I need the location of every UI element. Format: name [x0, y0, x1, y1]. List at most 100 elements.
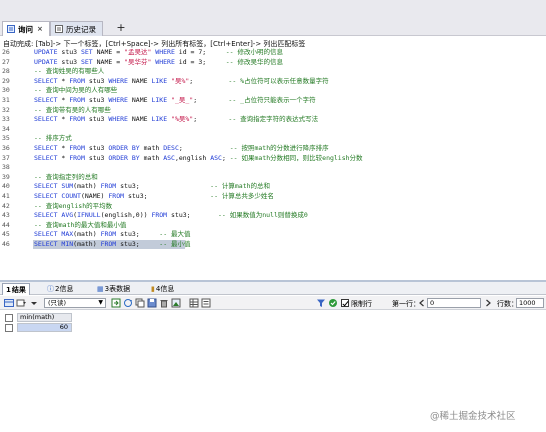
code-line[interactable]: 40 SELECT SUM(math) FROM stu3; -- 计算math的…: [0, 182, 546, 191]
tab-table-data-label: 表数据: [109, 285, 131, 293]
code-token: ;: [193, 96, 229, 104]
filter-icon[interactable]: [316, 298, 326, 308]
select-all-checkbox[interactable]: [5, 314, 13, 322]
code-token: -- 计算总共多少姓名: [210, 192, 274, 200]
code-line[interactable]: 45 SELECT MAX(math) FROM stu3; -- 最大值: [0, 230, 546, 239]
code-token: FROM: [69, 76, 89, 85]
chevron-left-icon[interactable]: [417, 298, 427, 308]
code-token: stu3;: [120, 230, 160, 239]
table-cell[interactable]: 60: [17, 323, 72, 332]
limit-rows-checkbox[interactable]: [341, 299, 349, 307]
code-token: LIKE: [151, 96, 172, 104]
first-row-input[interactable]: 0: [427, 298, 481, 308]
line-number: 37: [2, 153, 10, 162]
history-icon: [55, 25, 63, 33]
column-header[interactable]: min(math): [17, 313, 72, 322]
code-line[interactable]: 39 -- 查询指定列的总和: [0, 173, 546, 182]
image-icon[interactable]: [171, 298, 181, 308]
add-tab-button[interactable]: +: [115, 21, 127, 35]
code-line[interactable]: 29 SELECT * FROM stu3 WHERE NAME LIKE "吴%…: [0, 77, 546, 86]
code-line[interactable]: 28 -- 查询姓吴的有哪些人: [0, 67, 546, 76]
code-text: UPDATE stu3 SET NAME = "吴华芬" WHERE id = …: [34, 58, 283, 67]
tab-messages[interactable]: ⓘ 2 信息: [44, 283, 76, 295]
view-options-icon[interactable]: [16, 298, 26, 308]
code-line[interactable]: 30 -- 查询中间为吴的人有哪些: [0, 86, 546, 95]
chevron-down-icon[interactable]: [29, 298, 39, 308]
code-token: id = 7;: [178, 48, 226, 56]
code-line[interactable]: 38: [0, 163, 546, 172]
code-line[interactable]: 44 -- 查询math的最大值和最小值: [0, 221, 546, 230]
code-text: SELECT MIN(math) FROM stu3; -- 最小值: [34, 240, 191, 249]
code-line[interactable]: 34: [0, 125, 546, 134]
code-token: -- 查询english的平均数: [34, 201, 113, 210]
code-token: SELECT: [34, 115, 62, 124]
line-number: 45: [2, 230, 10, 239]
code-text: SELECT * FROM stu3 ORDER BY math DESC; -…: [34, 144, 329, 153]
export-icon[interactable]: [111, 298, 121, 308]
row-checkbox[interactable]: [5, 324, 13, 332]
code-text: SELECT * FROM stu3 WHERE NAME LIKE "_吴_"…: [34, 96, 316, 105]
save-icon[interactable]: [147, 298, 157, 308]
code-token: -- 计算math的总和: [210, 182, 271, 191]
code-line[interactable]: 27 UPDATE stu3 SET NAME = "吴华芬" WHERE id …: [0, 58, 546, 67]
code-line[interactable]: 42 -- 查询english的平均数: [0, 202, 546, 211]
rows-input[interactable]: 1000: [516, 298, 544, 308]
code-line[interactable]: 26 UPDATE stu3 SET NAME = "孟吴达" WHERE id …: [0, 48, 546, 57]
code-token: ASC: [163, 153, 175, 162]
apply-filter-icon[interactable]: [328, 298, 338, 308]
grid-icon[interactable]: [189, 298, 199, 308]
code-token: IFNULL: [77, 211, 101, 220]
code-token: SELECT: [34, 240, 62, 248]
code-text: SELECT COUNT(NAME) FROM stu3; -- 计算总共多少姓…: [34, 192, 274, 201]
code-text: SELECT MAX(math) FROM stu3; -- 最大值: [34, 230, 191, 239]
sql-editor[interactable]: 26 UPDATE stu3 SET NAME = "孟吴达" WHERE id …: [0, 48, 546, 278]
code-line[interactable]: 35 -- 排序方式: [0, 134, 546, 143]
readonly-select-value: (只读): [48, 299, 67, 307]
code-token: DESC: [163, 144, 179, 152]
code-line[interactable]: 43 SELECT AVG(IFNULL(english,0)) FROM stu…: [0, 211, 546, 220]
tab-table-data[interactable]: ▦ 3 表数据: [94, 283, 133, 295]
code-token: MAX: [61, 230, 74, 239]
code-token: id = 3;: [178, 57, 226, 66]
code-line[interactable]: 41 SELECT COUNT(NAME) FROM stu3; -- 计算总共多…: [0, 192, 546, 201]
grid-view-icon[interactable]: [4, 298, 14, 308]
code-token: stu3: [88, 144, 109, 152]
line-number: 40: [2, 182, 10, 191]
tab-query[interactable]: 询问 ×: [2, 21, 50, 36]
copy-icon[interactable]: [135, 298, 145, 308]
code-token: stu3: [88, 76, 109, 85]
code-token: -- 查询带有吴的人有哪些: [34, 105, 111, 114]
delete-icon[interactable]: [159, 298, 169, 308]
tab-history[interactable]: 历史记录: [50, 21, 103, 36]
form-view-icon[interactable]: [201, 298, 211, 308]
tab-result[interactable]: 1 结果: [2, 283, 30, 295]
code-token: ORDER BY: [108, 153, 144, 162]
line-number: 33: [2, 115, 10, 124]
code-token: stu3: [88, 115, 109, 124]
tab-info[interactable]: ▮ 4 信息: [148, 283, 177, 295]
close-icon[interactable]: ×: [37, 25, 43, 33]
code-text: -- 查询english的平均数: [34, 202, 112, 211]
result-toolbar: (只读) ▼ 限制行 第一行： 0 行数： 1000: [0, 296, 546, 310]
code-text: -- 查询指定列的总和: [34, 173, 98, 182]
limit-rows-label: 限制行: [351, 300, 372, 308]
chevron-right-icon[interactable]: [483, 298, 493, 308]
code-line[interactable]: 37 SELECT * FROM stu3 ORDER BY math ASC,e…: [0, 154, 546, 163]
code-line[interactable]: 33 SELECT * FROM stu3 WHERE NAME LIKE "%吴…: [0, 115, 546, 124]
line-number: 34: [2, 124, 10, 133]
code-line[interactable]: 46 SELECT MIN(math) FROM stu3; -- 最小值: [0, 240, 546, 249]
code-line[interactable]: 32 -- 查询带有吴的人有哪些: [0, 106, 546, 115]
code-text: -- 查询math的最大值和最小值: [34, 221, 126, 230]
code-token: stu3: [88, 96, 109, 104]
line-number: 41: [2, 192, 10, 200]
code-token: ;: [221, 153, 230, 162]
code-token: NAME: [131, 76, 152, 85]
readonly-select[interactable]: (只读) ▼: [44, 298, 106, 308]
code-token: -- %占位符可以表示任意数量字符: [228, 76, 329, 85]
code-text: SELECT * FROM stu3 WHERE NAME LIKE "吴%";…: [34, 77, 329, 86]
code-token: (math): [73, 240, 101, 248]
code-line[interactable]: 36 SELECT * FROM stu3 ORDER BY math DESC;…: [0, 144, 546, 153]
code-token: "吴华芬": [124, 57, 152, 66]
refresh-icon[interactable]: [123, 298, 133, 308]
code-line[interactable]: 31 SELECT * FROM stu3 WHERE NAME LIKE "_吴…: [0, 96, 546, 105]
